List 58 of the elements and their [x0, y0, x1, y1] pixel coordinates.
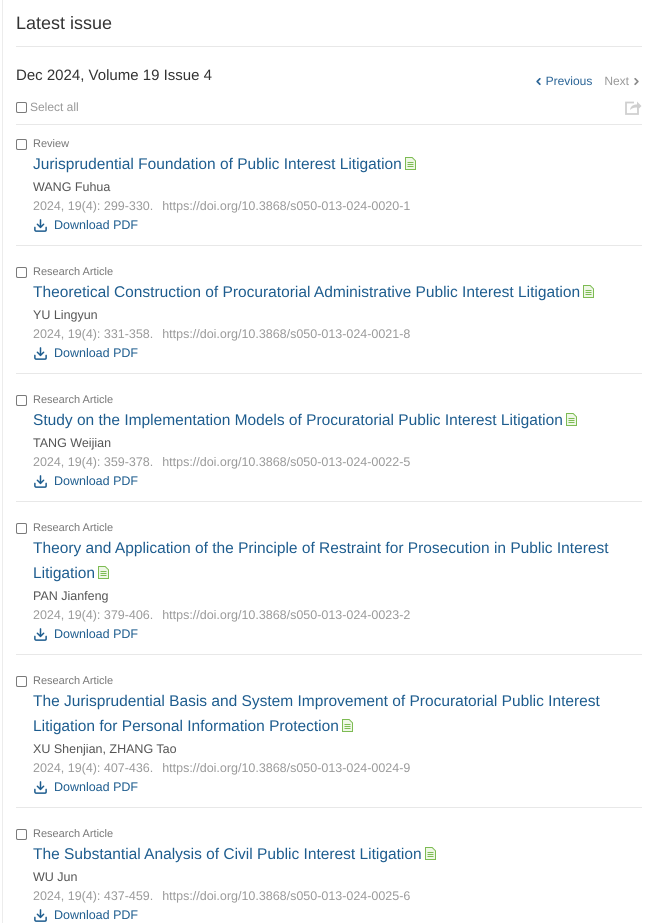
article-title-link[interactable]: The Jurisprudential Basis and System Improvement of Procuratorial Public Interest Litigation for Personal Information Protection	[33, 689, 642, 739]
article-title-link[interactable]: Theoretical Construction of Procuratorial Administrative Public Interest Litigation	[33, 280, 594, 305]
download-icon	[33, 908, 48, 923]
article-authors: WU Jun	[33, 869, 78, 886]
article-title-link[interactable]: Study on the Implementation Models of Procuratorial Public Interest Litigation	[33, 408, 577, 433]
document-icon	[98, 566, 110, 579]
article-title-link[interactable]: Theory and Application of the Principle of Restraint for Prosecution in Public Interest Litigation	[33, 536, 642, 586]
checkbox[interactable]	[16, 522, 27, 534]
download-icon	[33, 346, 48, 361]
document-icon	[424, 847, 436, 860]
doi-text: https://doi.org/10.3868/s050-013-024-0021-8	[162, 326, 410, 343]
doi-text: https://doi.org/10.3868/s050-013-024-0022-5	[162, 454, 410, 471]
section-heading: Latest issue	[16, 12, 112, 34]
document-icon	[583, 285, 594, 298]
previous-link[interactable]: Previous	[532, 73, 592, 89]
checkbox[interactable]	[16, 676, 27, 686]
citation-text: 2024, 19(4): 407-436.	[33, 760, 154, 777]
citation-text: 2024, 19(4): 437-459.	[33, 888, 154, 905]
citation-text: 2024, 19(4): 299-330.	[33, 198, 154, 215]
doi-text: https://doi.org/10.3868/s050-013-024-0025-6	[162, 888, 410, 905]
article-type: Research Article	[33, 265, 114, 280]
citation-text: 2024, 19(4): 359-378.	[33, 454, 154, 471]
article-authors: WANG Fuhua	[33, 179, 110, 196]
checkbox[interactable]	[16, 138, 27, 150]
checkbox[interactable]	[16, 102, 27, 112]
article-title-link[interactable]: Jurisprudential Foundation of Public Interest Litigation	[33, 152, 416, 177]
download-icon	[33, 627, 48, 642]
document-icon	[342, 719, 353, 732]
checkbox[interactable]	[16, 266, 27, 278]
document-icon	[566, 413, 577, 426]
download-icon	[33, 474, 48, 489]
document-icon	[404, 157, 416, 170]
issue-title: Dec 2024, Volume 19 Issue 4	[16, 66, 212, 86]
checkbox[interactable]	[16, 828, 27, 840]
article-title-link[interactable]: The Substantial Analysis of Civil Public Interest Litigation	[33, 842, 436, 867]
citation-text: 2024, 19(4): 331-358.	[33, 326, 154, 343]
article-type: Research Article	[33, 393, 114, 408]
download-pdf-link[interactable]: Download PDF	[33, 472, 138, 491]
download-pdf-link[interactable]: Download PDF	[33, 906, 138, 923]
article-authors: TANG Weijian	[33, 435, 112, 452]
download-pdf-link[interactable]: Download PDF	[33, 625, 138, 644]
doi-text: https://doi.org/10.3868/s050-013-024-0024-9	[162, 760, 410, 777]
article-type: Research Article	[33, 674, 114, 689]
download-pdf-link[interactable]: Download PDF	[33, 216, 138, 235]
article-type: Review	[33, 137, 70, 152]
doi-text: https://doi.org/10.3868/s050-013-024-0020-1	[162, 198, 410, 215]
download-pdf-link[interactable]: Download PDF	[33, 344, 138, 363]
download-pdf-link[interactable]: Download PDF	[33, 778, 138, 797]
download-icon	[33, 218, 48, 233]
article-type: Research Article	[33, 827, 114, 842]
article-authors: YU Lingyun	[33, 307, 98, 324]
article-authors: XU Shenjian, ZHANG Tao	[33, 741, 177, 758]
download-icon	[33, 780, 48, 795]
article-type: Research Article	[33, 521, 114, 536]
citation-text: 2024, 19(4): 379-406.	[33, 607, 154, 624]
checkbox[interactable]	[16, 394, 27, 406]
doi-text: https://doi.org/10.3868/s050-013-024-0023-2	[162, 607, 410, 624]
article-authors: PAN Jianfeng	[33, 588, 109, 605]
